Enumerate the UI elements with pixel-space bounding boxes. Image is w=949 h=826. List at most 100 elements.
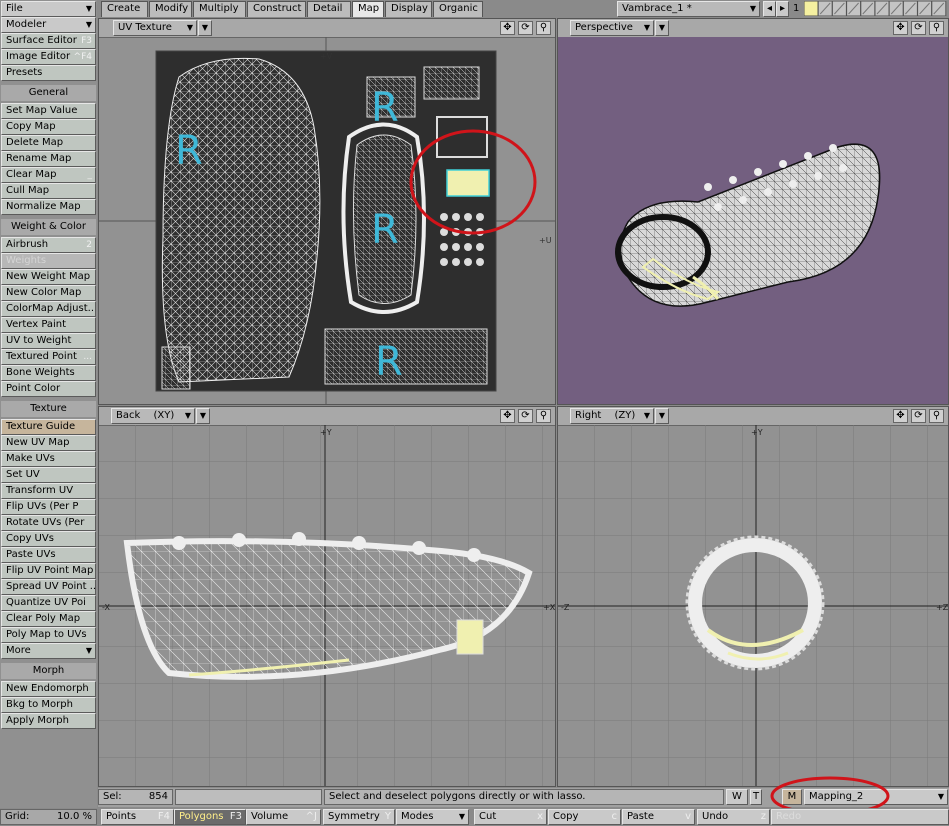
undo-shortcut: z xyxy=(760,811,766,822)
points-mode-button[interactable]: Points F4 xyxy=(101,809,174,825)
file-menu[interactable]: File xyxy=(1,1,96,17)
menu-texture-item[interactable]: Paste UVs xyxy=(1,547,96,563)
rotate-view-icon[interactable]: ⟳ xyxy=(911,409,926,423)
zoom-view-icon[interactable]: ⚲ xyxy=(929,21,944,35)
cut-button[interactable]: Cut x xyxy=(474,809,547,825)
copy-button[interactable]: Copy c xyxy=(548,809,621,825)
right-canvas[interactable]: +Y -Z +Z xyxy=(558,425,949,787)
menu-texture-item[interactable]: Quantize UV Poi xyxy=(1,595,96,611)
menu-top-item[interactable]: Surface Editor F3 xyxy=(1,33,96,49)
symmetry-button[interactable]: Symmetry Y xyxy=(323,809,395,825)
sel-label: Sel: xyxy=(103,791,122,802)
uv-canvas[interactable]: R R R R +V +U xyxy=(99,37,556,405)
volume-label: Volume xyxy=(251,811,289,822)
move-view-icon[interactable]: ✥ xyxy=(893,409,908,423)
menu-morph-item[interactable]: New Endomorph xyxy=(1,681,96,697)
back-viewport[interactable]: Back (XY) ✥ ⟳ ⚲ +Y -X +X xyxy=(98,406,556,787)
undo-button[interactable]: Undo z xyxy=(697,809,770,825)
object-select[interactable]: Vambrace_1 * xyxy=(617,1,760,17)
move-view-icon[interactable]: ✥ xyxy=(500,21,515,35)
back-view-options[interactable] xyxy=(196,408,210,424)
persp-view-options[interactable] xyxy=(655,20,669,36)
persp-view-type-select[interactable]: Perspective xyxy=(570,20,654,36)
status-hint: Select and deselect polygons directly or… xyxy=(324,789,724,805)
menu-texture-item[interactable]: Poly Map to UVs xyxy=(1,627,96,643)
volume-mode-button[interactable]: Volume ^J xyxy=(246,809,321,825)
layer-slots[interactable] xyxy=(803,0,947,17)
right-view-type-select[interactable]: Right (ZY) xyxy=(570,408,654,424)
menu-general-item[interactable]: Normalize Map xyxy=(1,199,96,215)
uv-view-type-select[interactable]: UV Texture xyxy=(113,20,197,36)
zoom-view-icon[interactable]: ⚲ xyxy=(536,21,551,35)
more-menu[interactable]: More xyxy=(1,643,96,659)
menu-texture-item[interactable]: Texture Guide xyxy=(1,419,96,435)
right-viewport[interactable]: Right (ZY) ✥ ⟳ ⚲ +Y -Z +Z xyxy=(557,406,949,787)
weight-map-button[interactable]: W xyxy=(726,789,748,805)
paste-button[interactable]: Paste v xyxy=(622,809,695,825)
prev-layer-button[interactable]: ◂ xyxy=(763,1,776,17)
menu-general-item[interactable]: Clear Map _ xyxy=(1,167,96,183)
menu-texture-item[interactable]: Set UV xyxy=(1,467,96,483)
menu-general-item[interactable]: Set Map Value xyxy=(1,103,96,119)
menu-general-item[interactable]: Copy Map xyxy=(1,119,96,135)
move-view-icon[interactable]: ✥ xyxy=(500,409,515,423)
zoom-view-icon[interactable]: ⚲ xyxy=(929,409,944,423)
menu-general-item[interactable]: Delete Map xyxy=(1,135,96,151)
menu-weight-item[interactable]: New Color Map xyxy=(1,285,96,301)
menu-texture-item[interactable]: Transform UV xyxy=(1,483,96,499)
modeler-menu[interactable]: Modeler xyxy=(1,17,96,33)
menu-top-item[interactable]: Presets xyxy=(1,65,96,81)
uv-viewport[interactable]: UV Texture ✥ ⟳ ⚲ R xyxy=(98,18,556,405)
menu-item-label: New Color Map xyxy=(6,287,82,298)
right-view-options[interactable] xyxy=(655,408,669,424)
right-view-axes: (ZY) xyxy=(614,410,636,421)
tab-construct[interactable]: Construct xyxy=(247,1,306,17)
next-layer-button[interactable]: ▸ xyxy=(776,1,789,17)
texture-map-button[interactable]: T xyxy=(750,789,762,805)
menu-texture-item[interactable]: New UV Map xyxy=(1,435,96,451)
menu-morph-item[interactable]: Apply Morph xyxy=(1,713,96,729)
menu-texture-item[interactable]: Copy UVs xyxy=(1,531,96,547)
back-canvas[interactable]: +Y -X +X xyxy=(99,425,556,787)
menu-weight-item[interactable]: Weights xyxy=(1,253,96,269)
menu-texture-item[interactable]: Rotate UVs (Per xyxy=(1,515,96,531)
tab-organic[interactable]: Organic xyxy=(433,1,483,17)
redo-button[interactable]: Redo xyxy=(771,809,949,825)
rotate-view-icon[interactable]: ⟳ xyxy=(518,21,533,35)
rotate-view-icon[interactable]: ⟳ xyxy=(911,21,926,35)
menu-weight-item[interactable]: New Weight Map xyxy=(1,269,96,285)
perspective-viewport[interactable]: Perspective ✥ ⟳ ⚲ xyxy=(557,18,949,405)
menu-texture-item[interactable]: Spread UV Point ... xyxy=(1,579,96,595)
menu-item-label: Make UVs xyxy=(6,453,55,464)
menu-weight-item[interactable]: Airbrush 2 xyxy=(1,237,96,253)
perspective-canvas[interactable] xyxy=(558,37,949,405)
move-view-icon[interactable]: ✥ xyxy=(893,21,908,35)
tab-multiply[interactable]: Multiply xyxy=(193,1,246,17)
polygons-mode-button[interactable]: Polygons F3 xyxy=(174,809,246,825)
menu-weight-item[interactable]: Bone Weights xyxy=(1,365,96,381)
menu-weight-item[interactable]: Point Color xyxy=(1,381,96,397)
symmetry-label: Symmetry xyxy=(328,811,380,822)
menu-texture-item[interactable]: Flip UV Point Map xyxy=(1,563,96,579)
tab-map[interactable]: Map xyxy=(352,1,384,17)
menu-weight-item[interactable]: ColorMap Adjust... xyxy=(1,301,96,317)
menu-morph-item[interactable]: Bkg to Morph xyxy=(1,697,96,713)
tab-detail[interactable]: Detail xyxy=(307,1,351,17)
menu-general-item[interactable]: Cull Map xyxy=(1,183,96,199)
zoom-view-icon[interactable]: ⚲ xyxy=(536,409,551,423)
menu-weight-item[interactable]: Vertex Paint xyxy=(1,317,96,333)
menu-texture-item[interactable]: Flip UVs (Per P xyxy=(1,499,96,515)
rotate-view-icon[interactable]: ⟳ xyxy=(518,409,533,423)
menu-texture-item[interactable]: Make UVs xyxy=(1,451,96,467)
menu-weight-item[interactable]: Textured Point... xyxy=(1,349,96,365)
tab-display[interactable]: Display xyxy=(385,1,432,17)
modes-menu[interactable]: Modes xyxy=(396,809,469,825)
menu-weight-item[interactable]: UV to Weight xyxy=(1,333,96,349)
menu-top-item[interactable]: Image Editor ^F4 xyxy=(1,49,96,65)
back-view-type-select[interactable]: Back (XY) xyxy=(111,408,195,424)
uv-view-options[interactable] xyxy=(198,20,212,36)
tab-create[interactable]: Create xyxy=(101,1,148,17)
menu-general-item[interactable]: Rename Map xyxy=(1,151,96,167)
menu-texture-item[interactable]: Clear Poly Map xyxy=(1,611,96,627)
tab-modify[interactable]: Modify xyxy=(149,1,192,17)
